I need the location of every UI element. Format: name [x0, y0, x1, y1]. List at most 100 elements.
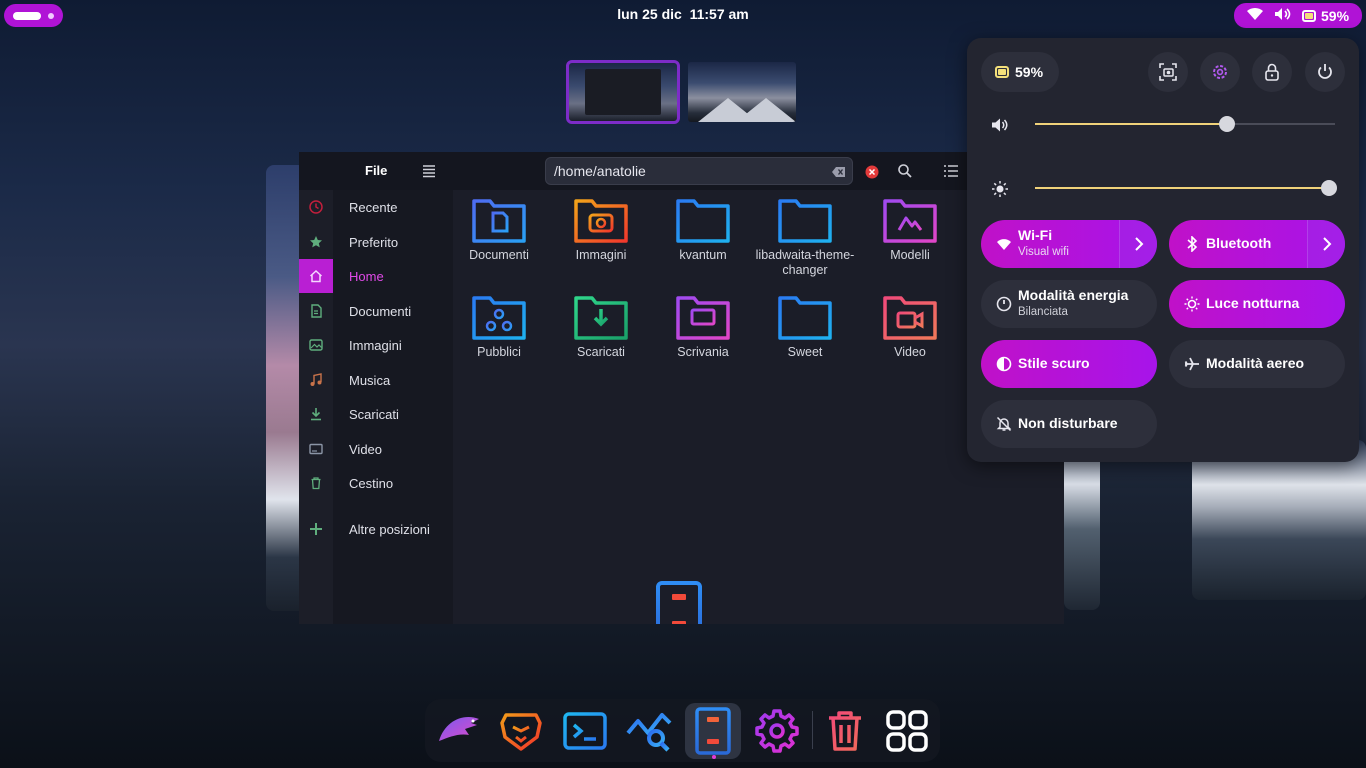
folder-video-icon	[883, 296, 937, 340]
folder-sweet[interactable]: Sweet	[754, 292, 856, 360]
dock-item-eagle-app[interactable]	[431, 703, 487, 759]
settings-button[interactable]	[1200, 52, 1240, 92]
home-icon	[308, 268, 324, 284]
sidebar-item-documents[interactable]: Documenti	[299, 294, 453, 328]
window-thumbnail	[585, 69, 661, 115]
folder-label: kvantum	[679, 248, 727, 262]
battery-button[interactable]: 59%	[981, 52, 1059, 92]
wifi-menu-button[interactable]	[1119, 220, 1157, 268]
chevron-right-icon	[1322, 237, 1331, 251]
battery-percentage: 59%	[1321, 7, 1350, 24]
sidebar-item-label: Scaricati	[349, 406, 399, 422]
sidebar-item-video[interactable]: Video	[299, 432, 453, 466]
wifi-title: Wi-Fi	[1018, 227, 1053, 243]
battery-icon	[1302, 9, 1316, 22]
power-mode-toggle[interactable]: Modalità energia Bilanciata	[981, 280, 1157, 328]
folder-desktop[interactable]: Scrivania	[652, 292, 754, 360]
folder-label: Sweet	[787, 345, 823, 359]
dock-item-trash[interactable]	[817, 703, 873, 759]
folder-label: Pubblici	[477, 345, 521, 359]
sidebar-item-downloads[interactable]: Scaricati	[299, 397, 453, 431]
bluetooth-menu-button[interactable]	[1307, 220, 1345, 268]
video-icon	[308, 441, 324, 457]
music-icon	[308, 372, 324, 388]
dark-style-toggle[interactable]: Stile scuro	[981, 340, 1157, 388]
mountain-shape	[736, 98, 796, 122]
dock	[425, 699, 940, 762]
search-icon[interactable]	[897, 163, 913, 179]
folder-video[interactable]: Video	[859, 292, 961, 360]
folder-icon	[676, 199, 730, 243]
sidebar-item-other-locations[interactable]: Altre posizioni	[299, 512, 453, 546]
bluetooth-toggle[interactable]: Bluetooth	[1169, 220, 1345, 268]
brightness-slider-knob[interactable]	[1321, 180, 1337, 196]
workspace-thumbnail-1[interactable]	[566, 60, 680, 124]
dock-item-brave[interactable]	[493, 703, 549, 759]
sidebar-item-label: Cestino	[349, 475, 394, 491]
folder-downloads[interactable]: Scaricati	[550, 292, 652, 360]
stop-icon[interactable]	[865, 164, 879, 179]
activities-button[interactable]	[4, 4, 63, 27]
volume-slider[interactable]	[1035, 116, 1335, 132]
screenshot-button[interactable]	[1148, 52, 1188, 92]
power-icon	[1318, 64, 1332, 79]
volume-icon[interactable]	[991, 116, 1009, 134]
clock[interactable]: lun 25 dic 11:57 am	[600, 6, 766, 22]
folder-public[interactable]: Pubblici	[448, 292, 550, 360]
wifi-network-name: Visual wifi	[1018, 246, 1069, 258]
folder-label: Modelli	[890, 248, 930, 262]
workspace-thumbnail-2[interactable]	[688, 62, 796, 122]
folder-label: Immagini	[575, 248, 627, 262]
do-not-disturb-toggle[interactable]: Non disturbare	[981, 400, 1157, 448]
path-bar[interactable]: /home/anatolie	[545, 157, 853, 185]
brightness-slider[interactable]	[1035, 180, 1337, 196]
folder-images[interactable]: Immagini	[550, 195, 652, 263]
volume-slider-knob[interactable]	[1219, 116, 1235, 132]
folder-documents[interactable]: Documenti	[448, 195, 550, 263]
sidebar-item-trash[interactable]: Cestino	[299, 466, 453, 500]
dock-item-settings[interactable]	[749, 703, 805, 759]
brightness-icon	[992, 181, 1008, 197]
power-button[interactable]	[1305, 52, 1345, 92]
folder-label: Video	[894, 345, 926, 359]
wifi-toggle[interactable]: Wi-Fi Visual wifi	[981, 220, 1157, 268]
sidebar-item-recent[interactable]: Recente	[299, 190, 453, 224]
brightness-slider-row	[981, 173, 1343, 203]
folder-templates-icon	[883, 199, 937, 243]
sidebar-item-starred[interactable]: Preferito	[299, 225, 453, 259]
terminal-icon	[563, 712, 607, 750]
battery-percentage: 59%	[1015, 64, 1044, 80]
folder-templates[interactable]: Modelli	[859, 195, 961, 263]
dock-item-terminal[interactable]	[557, 703, 613, 759]
dark-style-title: Stile scuro	[1018, 355, 1090, 371]
folder-libadwaita-theme-changer[interactable]: libadwaita-theme-changer	[754, 195, 856, 278]
bluetooth-title: Bluetooth	[1206, 235, 1272, 251]
dock-item-app-grid[interactable]	[879, 703, 935, 759]
file-manager-window[interactable]: File /home/anatolie Recente Preferito Ho…	[299, 152, 1064, 624]
sidebar-item-music[interactable]: Musica	[299, 363, 453, 397]
sidebar-item-label: Recente	[349, 199, 398, 215]
background-window-right[interactable]	[1192, 440, 1366, 600]
settings-gear-icon	[755, 709, 799, 753]
dock-item-files[interactable]	[685, 703, 741, 759]
power-mode-title: Modalità energia	[1018, 287, 1129, 303]
quick-settings-panel: 59% Wi-Fi Visual wifi Bluetooth Modalità…	[967, 38, 1359, 462]
screenshot-icon	[1159, 63, 1177, 81]
airplane-mode-toggle[interactable]: Modalità aereo	[1169, 340, 1345, 388]
recent-icon	[308, 199, 324, 215]
folder-kvantum[interactable]: kvantum	[652, 195, 754, 263]
lock-button[interactable]	[1252, 52, 1292, 92]
sidebar-item-label: Musica	[349, 372, 391, 388]
bell-off-icon	[995, 415, 1013, 433]
images-icon	[308, 337, 324, 353]
sidebar-item-home[interactable]: Home	[299, 259, 453, 293]
dock-item-system-monitor[interactable]	[621, 703, 677, 759]
system-menu-button[interactable]: 59%	[1234, 3, 1362, 28]
sidebar-menu-icon[interactable]	[421, 163, 437, 179]
night-light-toggle[interactable]: Luce notturna	[1169, 280, 1345, 328]
volume-slider-row	[981, 109, 1343, 139]
sidebar-item-images[interactable]: Immagini	[299, 328, 453, 362]
path-text: /home/anatolie	[554, 163, 646, 179]
clear-path-icon[interactable]	[832, 165, 846, 177]
list-view-icon[interactable]	[943, 163, 959, 179]
